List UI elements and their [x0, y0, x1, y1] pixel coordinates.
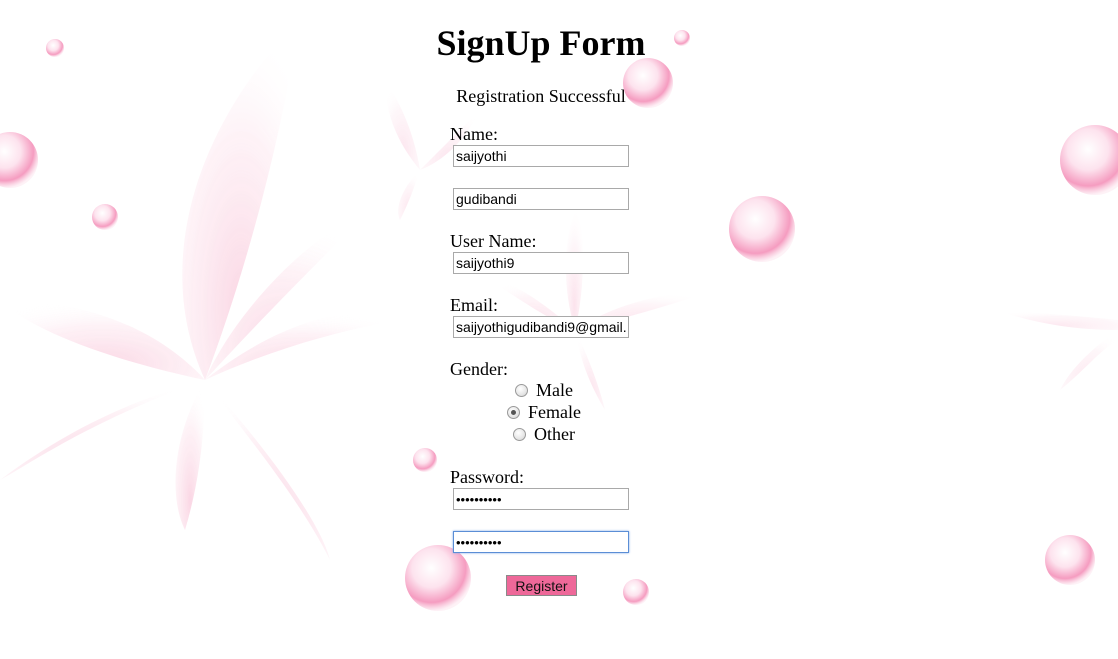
male-radio[interactable]: [515, 383, 528, 397]
page-title: SignUp Form: [436, 23, 646, 63]
status-message: Registration Successful: [456, 86, 626, 106]
male-radio-label: Male: [536, 379, 573, 400]
username-input[interactable]: [453, 252, 629, 274]
gender-option-female[interactable]: Female: [507, 401, 581, 423]
gender-label: Gender:: [450, 359, 508, 379]
password-input[interactable]: [453, 488, 629, 510]
last-name-input[interactable]: [453, 188, 629, 210]
register-button[interactable]: Register: [506, 575, 577, 596]
female-radio[interactable]: [507, 405, 520, 419]
confirm-password-input[interactable]: [453, 531, 629, 553]
email-input[interactable]: [453, 316, 629, 338]
gender-option-other[interactable]: Other: [513, 423, 575, 445]
email-label: Email:: [450, 295, 498, 315]
other-radio-label: Other: [534, 423, 575, 444]
other-radio[interactable]: [513, 427, 526, 441]
signup-page: SignUp Form Registration Successful Name…: [0, 0, 1118, 659]
username-label: User Name:: [450, 231, 537, 251]
gender-option-male[interactable]: Male: [515, 379, 573, 401]
name-label: Name:: [450, 124, 498, 144]
first-name-input[interactable]: [453, 145, 629, 167]
password-label: Password:: [450, 467, 525, 487]
female-radio-label: Female: [528, 401, 581, 422]
